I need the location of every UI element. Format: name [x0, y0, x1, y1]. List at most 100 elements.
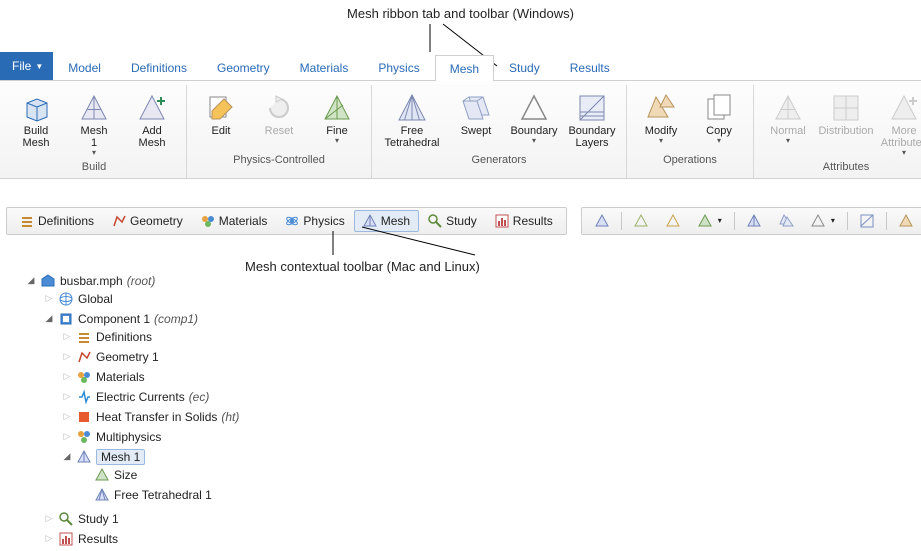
ctx-mesh-boundary-icon[interactable]: ▾: [802, 210, 844, 232]
fine-button[interactable]: Fine▾: [309, 87, 365, 151]
modify-label: Modify▾: [645, 125, 677, 151]
ctx-study-button[interactable]: Study: [419, 210, 486, 232]
tet-icon: [397, 91, 427, 125]
geom-icon: [76, 349, 92, 365]
ctx-mesh-button[interactable]: Mesh: [354, 210, 419, 232]
collapse-icon[interactable]: ◢: [44, 313, 54, 324]
ctx-physics-label: Physics: [303, 214, 344, 228]
ctx-results-button[interactable]: Results: [486, 210, 562, 232]
rootdoc-icon: [40, 273, 56, 289]
swept-button[interactable]: Swept: [448, 87, 504, 151]
ribbon: File ▼ ModelDefinitionsGeometryMaterials…: [0, 53, 921, 179]
tree-row[interactable]: ·Size: [80, 467, 921, 483]
tree-row[interactable]: ▷Definitions: [62, 329, 921, 345]
tree-row[interactable]: ◢Component 1 (comp1): [44, 311, 921, 327]
ctx-results-label: Results: [513, 214, 553, 228]
tab-physics[interactable]: Physics: [363, 54, 434, 80]
contextual-toolbar-area: DefinitionsGeometryMaterials Physics MeshS…: [0, 207, 921, 235]
tree-row[interactable]: ·Free Tetrahedral 1: [80, 487, 921, 503]
group-label: Operations: [663, 151, 717, 169]
ctx-mesh-tri1-icon[interactable]: [625, 210, 657, 232]
boundary-button[interactable]: Boundary▾: [506, 87, 562, 151]
tab-study[interactable]: Study: [494, 54, 555, 80]
add-mesh-label: AddMesh: [139, 125, 166, 151]
boundary-layers-button[interactable]: BoundaryLayers: [564, 87, 620, 151]
copy-button[interactable]: Copy▾: [691, 87, 747, 151]
tree-row[interactable]: ▷Materials: [62, 369, 921, 385]
phys-icon: [285, 214, 299, 228]
tree-row[interactable]: ▷Global: [44, 291, 921, 307]
caret-down-icon: ▼: [35, 62, 43, 71]
tree-row[interactable]: ▷Multiphysics: [62, 429, 921, 445]
normal-label: Normal▾: [770, 125, 805, 151]
ctx-mesh-swept-icon[interactable]: [770, 210, 802, 232]
reset-label: Reset: [265, 125, 294, 151]
ctx-definitions-button[interactable]: Definitions: [11, 210, 103, 232]
distribution-button: Distribution: [818, 87, 874, 158]
contextual-toolbar-main: DefinitionsGeometryMaterials Physics MeshS…: [6, 207, 567, 235]
defs-icon: [20, 214, 34, 228]
tree-row[interactable]: ▷Study 1: [44, 511, 921, 527]
tri-green-icon: [322, 91, 352, 125]
ctx-materials-button[interactable]: Materials: [192, 210, 277, 232]
study-icon: [58, 511, 74, 527]
tree-spacer: ▷: [44, 533, 54, 544]
normal-button: Normal▾: [760, 87, 816, 158]
ctx-geometry-button[interactable]: Geometry: [103, 210, 192, 232]
collapse-icon[interactable]: ◢: [62, 451, 72, 462]
annotation-mac-linux-text: Mesh contextual toolbar (Mac and Linux): [245, 259, 480, 274]
more-attr-button: MoreAttributes▾: [876, 87, 921, 158]
mesh-1-button[interactable]: Mesh1▾: [66, 87, 122, 158]
tree-spacer: ▷: [62, 391, 72, 402]
ctx-mesh-modify-icon[interactable]: [890, 210, 921, 232]
tree-row[interactable]: ▷ Results: [44, 531, 921, 547]
cube-icon: [21, 91, 51, 125]
tree-spacer: ▷: [62, 411, 72, 422]
tree-row[interactable]: ▷Heat Transfer in Solids (ht): [62, 409, 921, 425]
build-mesh-button[interactable]: BuildMesh: [8, 87, 64, 158]
tree-row[interactable]: ▷Electric Currents (ec): [62, 389, 921, 405]
add-mesh-button[interactable]: AddMesh: [124, 87, 180, 158]
tree-row[interactable]: ◢busbar.mph (root): [26, 273, 921, 289]
modify-button[interactable]: Modify▾: [633, 87, 689, 151]
ribbon-tab-bar: File ▼ ModelDefinitionsGeometryMaterials…: [0, 53, 921, 81]
free-tet-button[interactable]: FreeTetrahedral: [378, 87, 446, 151]
build-mesh-label: BuildMesh: [23, 125, 50, 151]
reset-button: Reset: [251, 87, 307, 151]
ctx-mesh-tri2-icon[interactable]: [657, 210, 689, 232]
size-icon: [94, 467, 110, 483]
meshtri-icon: [76, 449, 92, 465]
ctx-mesh-blayers-icon[interactable]: [851, 210, 883, 232]
ctx-mesh-size-icon[interactable]: ▾: [689, 210, 731, 232]
distribution-label: Distribution: [818, 125, 873, 151]
tab-materials[interactable]: Materials: [285, 54, 364, 80]
meshtri-icon: [363, 214, 377, 228]
tab-definitions[interactable]: Definitions: [116, 54, 202, 80]
tree-item-label: Component 1: [78, 312, 150, 326]
tree-row[interactable]: ◢Mesh 1: [62, 449, 921, 465]
ctx-physics-button[interactable]: Physics: [276, 210, 353, 232]
tab-geometry[interactable]: Geometry: [202, 54, 285, 80]
edit-button[interactable]: Edit: [193, 87, 249, 151]
tab-results[interactable]: Results: [555, 54, 625, 80]
collapse-icon[interactable]: ◢: [26, 275, 36, 286]
tab-mesh[interactable]: Mesh: [435, 55, 494, 81]
file-menu[interactable]: File ▼: [0, 52, 53, 80]
tree-item-label: Free Tetrahedral 1: [114, 488, 212, 502]
defs-icon: [76, 329, 92, 345]
ribbon-group-build: BuildMesh Mesh1▾ AddMesh Build: [2, 85, 187, 178]
file-menu-label: File: [12, 59, 31, 73]
tree-row[interactable]: ▷Geometry 1: [62, 349, 921, 365]
boundary-label: Boundary▾: [510, 125, 557, 151]
ribbon-group-attributes: Normal▾DistributionMoreAttributes▾Attrib…: [754, 85, 921, 178]
ctx-mesh-build-icon[interactable]: [586, 210, 618, 232]
group-label: Build: [82, 158, 106, 176]
fine-label: Fine▾: [326, 125, 347, 151]
tree-item-label: Materials: [96, 370, 145, 384]
tree-item-label: Results: [78, 532, 118, 546]
swept-label: Swept: [461, 125, 492, 151]
tab-model[interactable]: Model: [53, 54, 116, 80]
contextual-toolbar-mesh: ▾ ▾: [581, 207, 921, 235]
grid-icon: [831, 91, 861, 125]
ctx-mesh-tet-icon[interactable]: [738, 210, 770, 232]
